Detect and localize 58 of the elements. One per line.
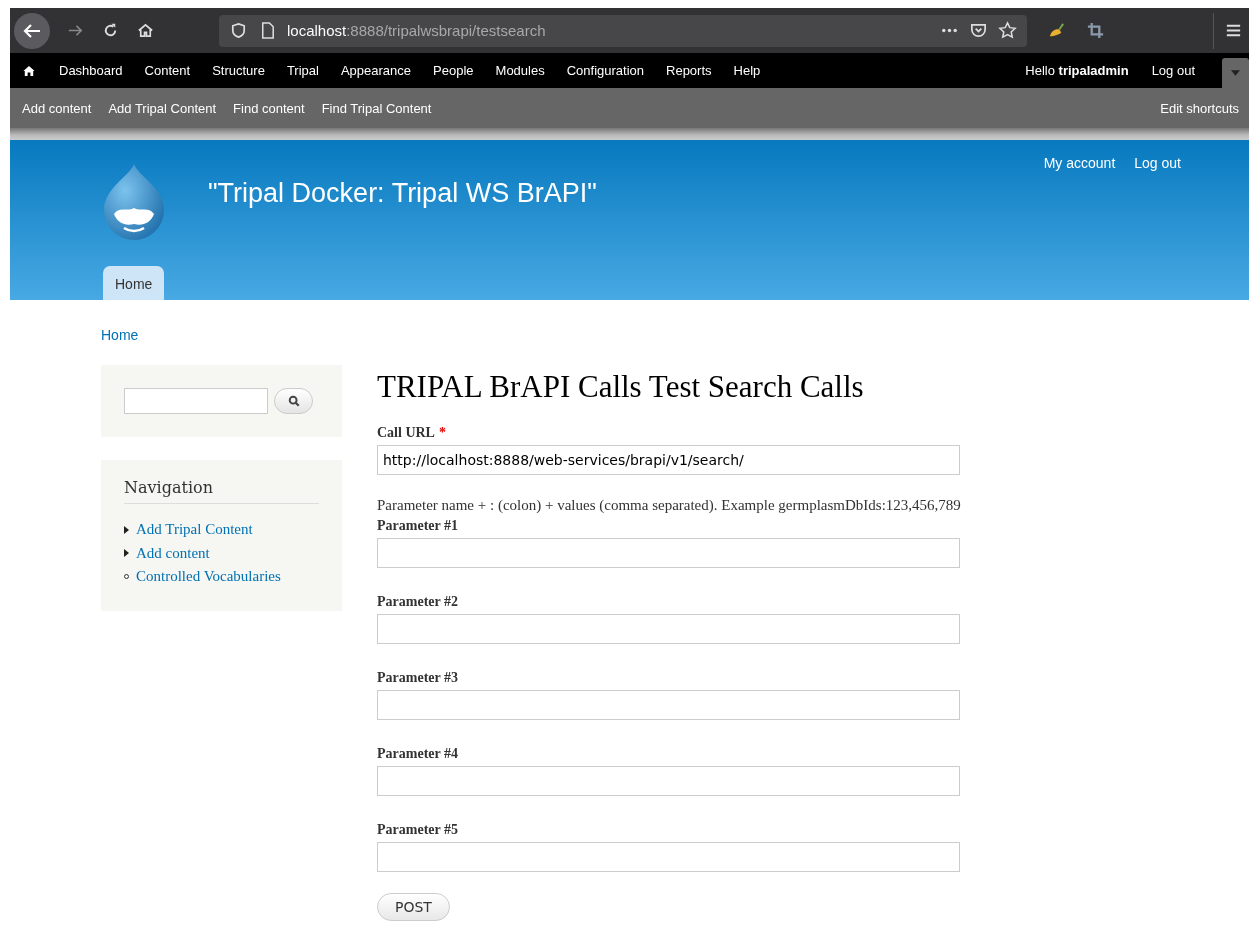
admin-menu-item[interactable]: People — [422, 63, 485, 78]
admin-menu-item[interactable]: Reports — [655, 63, 723, 78]
navigation-link[interactable]: Controlled Vocabularies — [136, 568, 281, 586]
account-link[interactable]: My account — [1043, 155, 1116, 171]
address-bar[interactable]: localhost:8888/tripalwsbrapi/testsearch — [219, 14, 1027, 47]
search-field[interactable] — [124, 388, 268, 414]
parameter-field[interactable] — [377, 690, 960, 720]
admin-menu-item[interactable]: Help — [722, 63, 772, 78]
shortcut-link[interactable]: Add content — [22, 100, 92, 116]
field-label: Parameter #1 — [377, 518, 459, 534]
parameter-field[interactable] — [377, 614, 960, 644]
logout-link[interactable]: Log out — [1140, 63, 1206, 78]
required-mark: * — [438, 425, 446, 440]
post-button[interactable]: POST — [377, 893, 450, 921]
tab[interactable]: Home — [103, 266, 165, 300]
field-label: Parameter #3 — [377, 670, 459, 686]
account-link[interactable]: Log out — [1134, 155, 1181, 171]
admin-menu-item[interactable]: Structure — [201, 63, 276, 78]
navigation-link[interactable]: Add content — [136, 544, 210, 562]
field-label: Parameter #4 — [377, 746, 459, 762]
block-title: Navigation — [124, 478, 319, 504]
url-field[interactable]: http://localhost:8888/web-services/brapi/v1/search/ — [377, 445, 960, 475]
help-text: Parameter name + : (colon) + values (comma separated). Example germplasmDbIds:123,456,789 — [377, 497, 962, 514]
admin-menu-item[interactable]: Configuration — [555, 63, 655, 78]
field-label: Parameter #2 — [377, 594, 459, 610]
page-title: TRIPAL BrAPI Calls Test Search Calls — [377, 369, 865, 405]
edit-shortcuts-link[interactable]: Edit shortcuts — [1160, 100, 1239, 116]
caret-icon — [1231, 70, 1240, 76]
shortcut-link[interactable]: Find Tripal Content — [321, 100, 432, 116]
shield-icon[interactable] — [229, 21, 248, 40]
pocket-icon[interactable] — [969, 21, 988, 40]
url-text: localhost:8888/tripalwsbrapi/testsearch — [287, 22, 546, 39]
shortcuts-toggle[interactable] — [1222, 58, 1249, 88]
collapsed-bullet-icon — [124, 549, 129, 558]
back-icon[interactable] — [14, 12, 50, 49]
shortcut-link[interactable]: Add Tripal Content — [108, 100, 217, 116]
admin-menu-item[interactable]: Dashboard — [48, 63, 134, 78]
parameter-field[interactable] — [377, 766, 960, 796]
user-greeting: Hello tripaladmin — [1025, 63, 1129, 78]
admin-menu-item[interactable]: Appearance — [329, 63, 423, 78]
crop-icon[interactable] — [1086, 21, 1105, 40]
collapsed-bullet-icon — [124, 525, 129, 534]
shortcut-link[interactable]: Find content — [233, 100, 305, 116]
site-name[interactable]: "Tripal Docker: Tripal WS BrAPI" — [208, 178, 597, 209]
drop-logo[interactable] — [102, 162, 166, 242]
field-label: Call URL * — [377, 425, 447, 441]
parameter-field[interactable] — [377, 538, 960, 568]
breadcrumb-link[interactable]: Home — [101, 327, 139, 343]
admin-menu-item[interactable]: Content — [133, 63, 202, 78]
home-icon[interactable] — [136, 21, 155, 40]
admin-menu-item[interactable]: Tripal — [275, 63, 330, 78]
search-button[interactable] — [274, 388, 313, 414]
parameter-field[interactable] — [377, 842, 960, 872]
navigation-link[interactable]: Add Tripal Content — [136, 521, 253, 539]
admin-menu-item[interactable]: Modules — [484, 63, 556, 78]
star-icon[interactable] — [998, 21, 1017, 40]
search-icon — [287, 395, 300, 407]
field-label: Parameter #5 — [377, 822, 459, 838]
